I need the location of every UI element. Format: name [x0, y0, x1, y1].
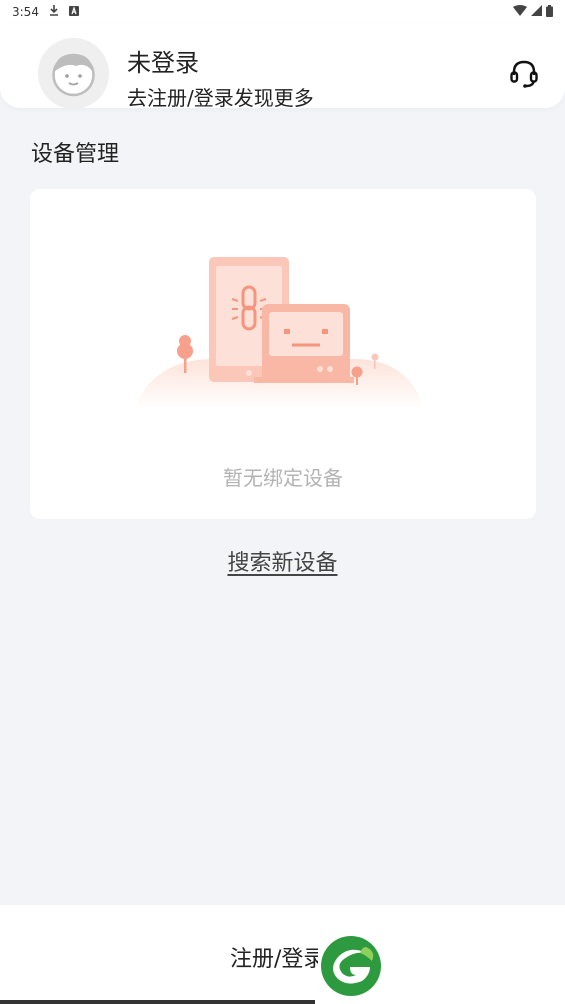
user-header[interactable]: 未登录 去注册/登录发现更多 [0, 24, 565, 111]
empty-devices-text: 暂无绑定设备 [223, 466, 343, 490]
empty-devices-illustration [134, 249, 424, 409]
user-name: 未登录 [127, 49, 199, 77]
headset-icon [508, 58, 540, 94]
device-list-card: 暂无绑定设备 [30, 189, 536, 519]
app-logo-icon [320, 935, 382, 997]
battery-icon [546, 4, 553, 20]
app-screen: 3:54 未登录 去注册/登录发现更多 设备管理 暂无绑定设备 搜索新设备 注册… [0, 0, 565, 1004]
avatar-icon[interactable] [38, 38, 109, 109]
download-icon [49, 4, 59, 20]
customer-support-button[interactable] [506, 58, 542, 94]
wifi-icon [513, 5, 527, 19]
status-bar: 3:54 [0, 0, 565, 24]
section-title-devices: 设备管理 [31, 142, 120, 167]
signal-icon [531, 5, 542, 19]
bottom-bar: 注册/登录 [0, 905, 565, 1004]
status-right [513, 4, 553, 20]
home-indicator [0, 1000, 315, 1004]
login-prompt[interactable]: 去注册/登录发现更多 [127, 82, 314, 111]
search-new-device-link[interactable]: 搜索新设备 [0, 545, 565, 577]
a-notification-icon [68, 5, 79, 19]
status-left: 3:54 [12, 4, 79, 20]
status-time: 3:54 [12, 5, 39, 19]
register-login-button[interactable]: 注册/登录 [230, 941, 318, 973]
